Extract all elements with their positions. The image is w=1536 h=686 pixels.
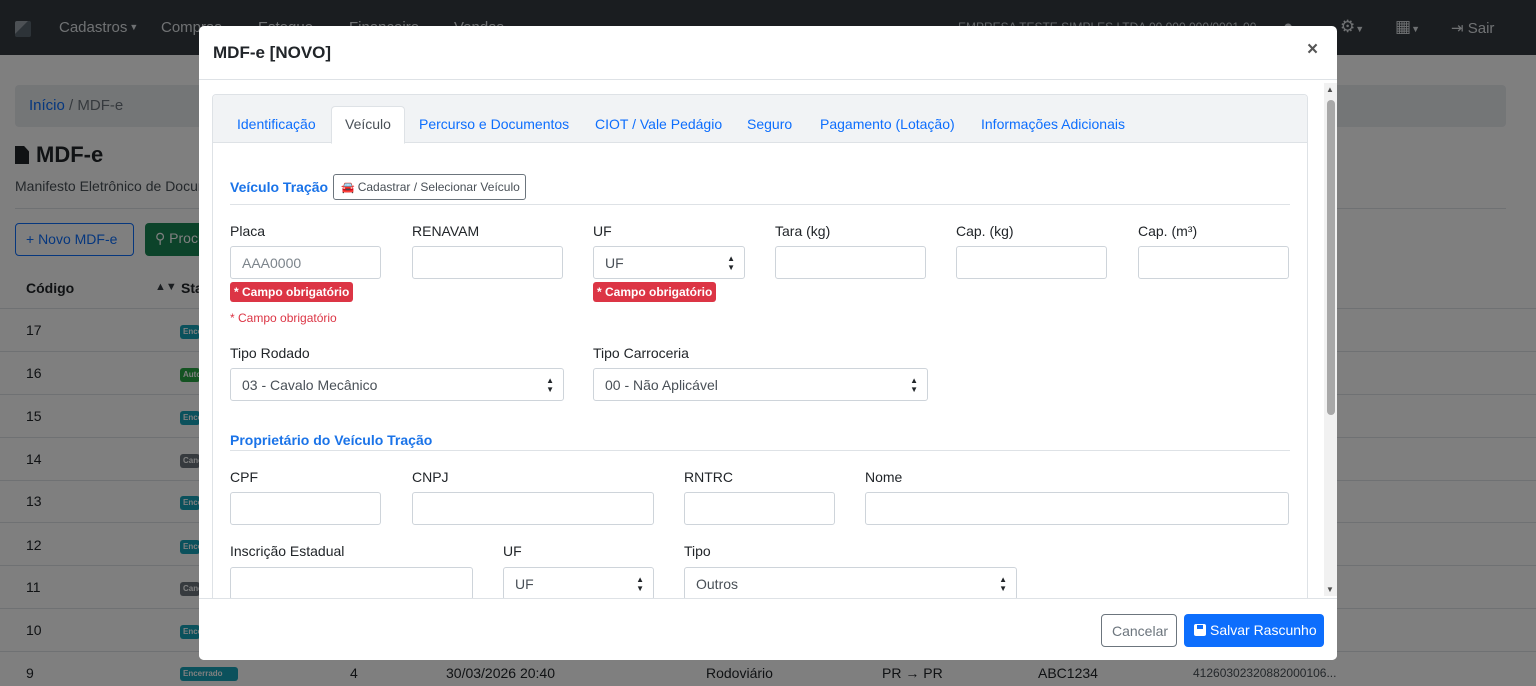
nome-input[interactable] bbox=[865, 492, 1289, 525]
label-inscricao-estadual: Inscrição Estadual bbox=[230, 543, 345, 559]
uf-select[interactable]: UF ▲ ▼ bbox=[593, 246, 745, 279]
label-uf-proprietario: UF bbox=[503, 543, 522, 559]
tabs-card: Identificação Veículo Percurso e Documen… bbox=[212, 94, 1308, 598]
cancel-button[interactable]: Cancelar bbox=[1101, 614, 1177, 647]
label-tara: Tara (kg) bbox=[775, 223, 831, 239]
tab-ciot-vale-pedagio[interactable]: CIOT / Vale Pedágio bbox=[595, 116, 722, 132]
modal-body: Identificação Veículo Percurso e Documen… bbox=[199, 81, 1337, 598]
car-icon: 🚘 bbox=[341, 182, 355, 194]
modal-scrollbar[interactable]: ▲ ▼ bbox=[1324, 83, 1337, 596]
cap-m3-input[interactable] bbox=[1138, 246, 1289, 279]
section-divider bbox=[230, 450, 1290, 451]
label-cpf: CPF bbox=[230, 469, 258, 485]
label-tipo-rodado: Tipo Rodado bbox=[230, 345, 310, 361]
scroll-up-icon[interactable]: ▲ bbox=[1326, 85, 1334, 94]
required-text-placa: * Campo obrigatório bbox=[230, 311, 337, 325]
modal-header: MDF-e [NOVO] × bbox=[199, 26, 1337, 80]
tab-seguro[interactable]: Seguro bbox=[747, 116, 792, 132]
select-arrows-icon: ▲ ▼ bbox=[727, 254, 735, 272]
inscricao-estadual-input[interactable] bbox=[230, 567, 473, 598]
select-arrows-icon: ▲ ▼ bbox=[999, 575, 1007, 593]
cadastrar-veiculo-button[interactable]: 🚘 Cadastrar / Selecionar Veículo bbox=[333, 174, 526, 200]
save-icon bbox=[1194, 624, 1206, 636]
label-placa: Placa bbox=[230, 223, 266, 239]
select-arrows-icon: ▲ ▼ bbox=[636, 575, 644, 593]
label-cap-m3: Cap. (m³) bbox=[1138, 223, 1198, 239]
tipo-carroceria-select[interactable]: 00 - Não Aplicável ▲ ▼ bbox=[593, 368, 928, 401]
select-arrows-icon: ▲ ▼ bbox=[910, 376, 918, 394]
cnpj-input[interactable] bbox=[412, 492, 654, 525]
tipo-rodado-select[interactable]: 03 - Cavalo Mecânico ▲ ▼ bbox=[230, 368, 564, 401]
modal-title: MDF-e [NOVO] bbox=[213, 43, 332, 62]
label-renavam: RENAVAM bbox=[412, 223, 480, 239]
scroll-down-icon[interactable]: ▼ bbox=[1326, 585, 1334, 594]
save-draft-label: Salvar Rascunho bbox=[1210, 622, 1317, 638]
label-uf: UF bbox=[593, 223, 612, 239]
tara-input[interactable] bbox=[775, 246, 926, 279]
label-nome: Nome bbox=[865, 469, 903, 485]
save-draft-button[interactable]: Salvar Rascunho bbox=[1184, 614, 1324, 647]
tab-percurso-documentos[interactable]: Percurso e Documentos bbox=[419, 116, 569, 132]
placa-input[interactable] bbox=[230, 246, 381, 279]
rntrc-input[interactable] bbox=[684, 492, 835, 525]
section-divider bbox=[230, 204, 1290, 205]
tipo-value: Outros bbox=[696, 576, 739, 592]
section-veiculo-tracao: Veículo Tração bbox=[230, 179, 329, 195]
uf-proprietario-value: UF bbox=[515, 576, 534, 592]
scrollbar-thumb[interactable] bbox=[1327, 100, 1335, 415]
required-badge-uf: * Campo obrigatório bbox=[593, 282, 717, 302]
renavam-input[interactable] bbox=[412, 246, 563, 279]
uf-select-value: UF bbox=[605, 255, 624, 271]
select-arrows-icon: ▲ ▼ bbox=[546, 376, 554, 394]
tab-bar: Identificação Veículo Percurso e Documen… bbox=[213, 95, 1307, 144]
label-cnpj: CNPJ bbox=[412, 469, 449, 485]
tab-informacoes-adicionais[interactable]: Informações Adicionais bbox=[981, 116, 1125, 132]
label-cap-kg: Cap. (kg) bbox=[956, 223, 1014, 239]
tab-veiculo[interactable]: Veículo bbox=[331, 106, 405, 144]
label-tipo-carroceria: Tipo Carroceria bbox=[593, 345, 689, 361]
cpf-input[interactable] bbox=[230, 492, 381, 525]
tab-pagamento[interactable]: Pagamento (Lotação) bbox=[820, 116, 955, 132]
tipo-rodado-value: 03 - Cavalo Mecânico bbox=[242, 377, 378, 393]
tipo-carroceria-value: 00 - Não Aplicável bbox=[605, 377, 718, 393]
section-proprietario: Proprietário do Veículo Tração bbox=[230, 432, 433, 448]
cap-kg-input[interactable] bbox=[956, 246, 1107, 279]
uf-proprietario-select[interactable]: UF ▲ ▼ bbox=[503, 567, 654, 598]
tipo-select[interactable]: Outros ▲ ▼ bbox=[684, 567, 1017, 598]
close-icon[interactable]: × bbox=[1307, 39, 1318, 61]
label-tipo: Tipo bbox=[684, 543, 711, 559]
tab-identificacao[interactable]: Identificação bbox=[237, 116, 316, 132]
label-rntrc: RNTRC bbox=[684, 469, 733, 485]
mdfe-modal: MDF-e [NOVO] × Identificação Veículo Per… bbox=[199, 26, 1337, 660]
required-badge-placa: * Campo obrigatório bbox=[230, 282, 354, 302]
modal-footer: Cancelar Salvar Rascunho bbox=[199, 598, 1337, 660]
cadastrar-veiculo-label: Cadastrar / Selecionar Veículo bbox=[357, 180, 520, 194]
